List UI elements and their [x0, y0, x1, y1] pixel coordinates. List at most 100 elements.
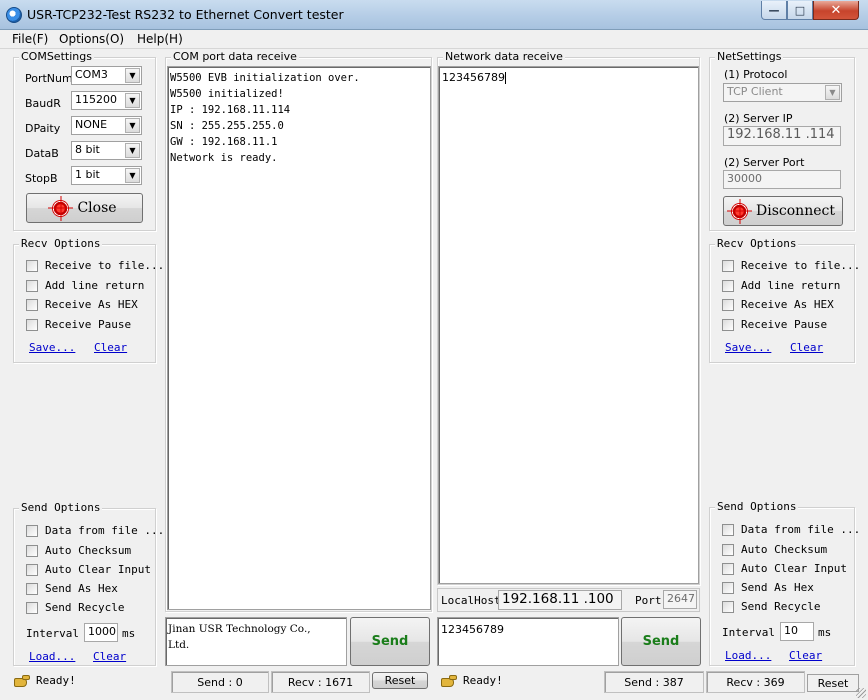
baud-select[interactable]: 115200 ▼ [71, 91, 142, 110]
maximize-icon: □ [794, 3, 806, 17]
net-send-content: 123456789 [441, 623, 504, 636]
right-receive-as-hex-checkbox[interactable]: Receive As HEX [722, 298, 834, 311]
right-recv-options-title: Recv Options [715, 237, 799, 251]
chevron-down-icon: ▼ [125, 93, 140, 108]
right-send-count: Send : 387 [604, 671, 704, 693]
left-auto-checksum-checkbox[interactable]: Auto Checksum [26, 544, 131, 557]
disconnect-button[interactable]: Disconnect [723, 196, 843, 226]
right-recv-clear-link[interactable]: Clear [790, 341, 823, 354]
app-icon [6, 7, 22, 23]
title-bar[interactable]: USR-TCP232-Test RS232 to Ethernet Conver… [0, 0, 868, 30]
server-port-input[interactable]: 30000 [723, 170, 841, 189]
localhost-port-input[interactable]: 2647 [663, 590, 697, 609]
hand-pointer-icon [14, 674, 30, 687]
com-recv-textarea[interactable]: W5500 EVB initialization over. W5500 ini… [167, 66, 431, 610]
right-auto-checksum-checkbox[interactable]: Auto Checksum [722, 543, 827, 556]
minimize-button[interactable]: — [761, 1, 787, 20]
left-recv-clear-link[interactable]: Clear [94, 341, 127, 354]
server-ip-input[interactable]: 192.168.11 .114 [723, 126, 841, 146]
net-recv-title: Network data receive [443, 50, 565, 64]
text-cursor [505, 71, 506, 84]
com-send-textarea[interactable]: Jinan USR Technology Co., Ltd. [165, 617, 347, 666]
right-send-options-title: Send Options [715, 500, 799, 514]
left-send-options-title: Send Options [19, 501, 103, 515]
left-receive-pause-checkbox[interactable]: Receive Pause [26, 318, 131, 331]
chevron-down-icon: ▼ [125, 68, 140, 83]
left-save-link[interactable]: Save... [29, 341, 75, 354]
chevron-down-icon: ▼ [125, 168, 140, 183]
left-recv-options-title: Recv Options [19, 237, 103, 251]
right-interval-input[interactable]: 10 [780, 622, 814, 641]
left-interval-input[interactable]: 1000 [84, 623, 118, 642]
com-recv-line: GW : 192.168.11.1 [170, 136, 278, 148]
right-send-as-hex-checkbox[interactable]: Send As Hex [722, 581, 814, 594]
net-send-textarea[interactable]: 123456789 [437, 617, 619, 666]
left-data-from-file-checkbox[interactable]: Data from file ... [26, 524, 164, 537]
net-send-button[interactable]: Send [621, 617, 701, 666]
close-window-button[interactable]: ✕ [813, 1, 859, 20]
menu-bar: File(F) Options(O) Help(H) [0, 30, 868, 49]
left-send-count: Send : 0 [171, 671, 269, 693]
right-send-clear-link[interactable]: Clear [789, 649, 822, 662]
left-load-link[interactable]: Load... [29, 650, 75, 663]
com-send-button[interactable]: Send [350, 617, 430, 666]
left-receive-as-hex-checkbox[interactable]: Receive As HEX [26, 298, 138, 311]
right-interval-unit: ms [818, 626, 832, 639]
maximize-button[interactable]: □ [787, 1, 813, 20]
server-port-label: (2) Server Port [724, 156, 805, 169]
right-receive-pause-checkbox[interactable]: Receive Pause [722, 318, 827, 331]
minimize-icon: — [768, 3, 780, 17]
red-led-icon [731, 202, 749, 220]
right-auto-clear-input-checkbox[interactable]: Auto Clear Input [722, 562, 847, 575]
right-ready-status: Ready! [441, 674, 503, 687]
localhost-ip-input[interactable]: 192.168.11 .100 [498, 590, 622, 610]
resize-grip-icon[interactable] [856, 688, 866, 698]
menu-help[interactable]: Help(H) [137, 32, 183, 46]
left-auto-clear-input-checkbox[interactable]: Auto Clear Input [26, 563, 151, 576]
right-receive-to-file-checkbox[interactable]: Receive to file... [722, 259, 860, 272]
chevron-down-icon: ▼ [125, 143, 140, 158]
parity-label: DPaity [25, 122, 61, 135]
right-reset-button[interactable]: Reset [807, 674, 859, 692]
com-recv-title: COM port data receive [171, 50, 299, 64]
menu-file[interactable]: File(F) [12, 32, 48, 46]
protocol-select[interactable]: TCP Client ▼ [723, 83, 842, 102]
right-send-recycle-checkbox[interactable]: Send Recycle [722, 600, 820, 613]
com-settings-title: COMSettings [19, 50, 94, 64]
right-recv-count: Recv : 369 [706, 671, 805, 693]
right-load-link[interactable]: Load... [725, 649, 771, 662]
close-port-button[interactable]: Close [26, 193, 143, 223]
left-add-line-return-checkbox[interactable]: Add line return [26, 279, 144, 292]
server-ip-label: (2) Server IP [724, 112, 793, 125]
left-interval-unit: ms [122, 627, 136, 640]
left-send-recycle-checkbox[interactable]: Send Recycle [26, 601, 124, 614]
localhost-label: LocalHost [441, 594, 501, 607]
right-add-line-return-checkbox[interactable]: Add line return [722, 279, 840, 292]
com-send-line: Jinan USR Technology Co., [168, 623, 311, 635]
left-send-clear-link[interactable]: Clear [93, 650, 126, 663]
com-recv-line: Network is ready. [170, 152, 278, 164]
menu-options[interactable]: Options(O) [59, 32, 124, 46]
localhost-port-label: Port [635, 594, 662, 607]
net-recv-textarea[interactable]: 123456789 [438, 66, 699, 584]
stopbits-select[interactable]: 1 bit ▼ [71, 166, 142, 185]
chevron-down-icon: ▼ [125, 118, 140, 133]
red-led-icon [52, 199, 70, 217]
stopbits-label: StopB [25, 172, 58, 185]
net-recv-content: 123456789 [442, 71, 505, 84]
left-interval-label: Interval [26, 627, 79, 640]
protocol-label: (1) Protocol [724, 68, 788, 81]
right-data-from-file-checkbox[interactable]: Data from file ... [722, 523, 860, 536]
net-settings-title: NetSettings [715, 50, 784, 64]
window-title: USR-TCP232-Test RS232 to Ethernet Conver… [27, 7, 344, 22]
parity-select[interactable]: NONE ▼ [71, 116, 142, 135]
left-reset-button[interactable]: Reset [372, 672, 428, 689]
right-save-link[interactable]: Save... [725, 341, 771, 354]
databits-select[interactable]: 8 bit ▼ [71, 141, 142, 160]
com-recv-line: SN : 255.255.255.0 [170, 120, 284, 132]
left-ready-status: Ready! [14, 674, 76, 687]
port-select[interactable]: COM3 ▼ [71, 66, 142, 85]
com-recv-line: IP : 192.168.11.114 [170, 104, 291, 116]
left-send-as-hex-checkbox[interactable]: Send As Hex [26, 582, 118, 595]
left-receive-to-file-checkbox[interactable]: Receive to file... [26, 259, 164, 272]
